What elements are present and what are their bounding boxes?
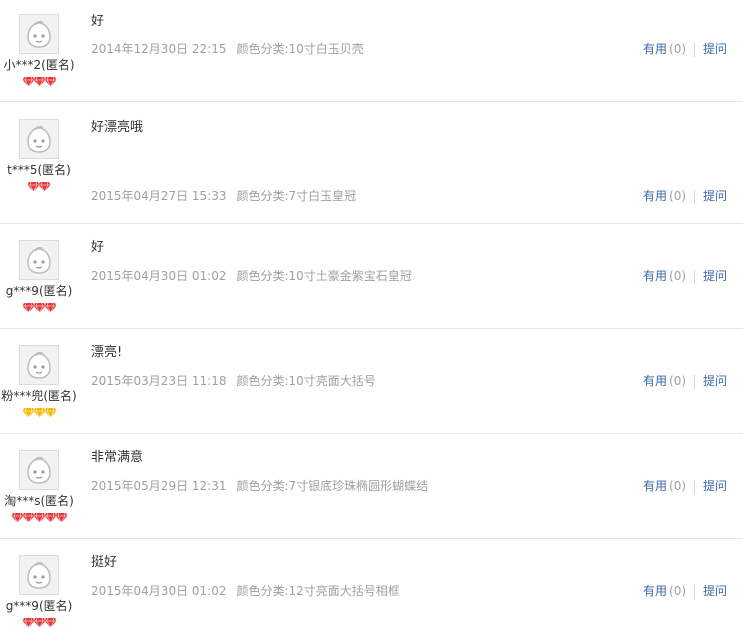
review-meta: 2015年04月30日 01:02 颜色分类:10寸土豪金紫宝石皇冠: [91, 267, 412, 284]
ask-button[interactable]: 提问: [703, 374, 727, 388]
red-diamond-icon: [38, 181, 51, 193]
red-diamond-icon: [44, 76, 57, 88]
review-actions: 有用 (0) 提问: [643, 582, 727, 599]
rank-badge: [0, 512, 78, 524]
review-item: 小***2(匿名) 好 2014年12月30日 22:15 颜色分类:10寸白玉贝…: [0, 0, 743, 102]
review-actions: 有用 (0) 提问: [643, 372, 727, 389]
review-content: 好漂亮哦: [91, 120, 144, 135]
ask-button[interactable]: 提问: [703, 269, 727, 283]
review-sku: 颜色分类:7寸银底珍珠椭圆形蝴蝶结: [236, 479, 429, 493]
divider: [694, 42, 696, 57]
review-actions: 有用 (0) 提问: [643, 40, 727, 57]
default-avatar-icon[interactable]: [19, 450, 59, 490]
red-diamond-icon: [44, 302, 57, 314]
review-actions: 有用 (0) 提问: [643, 477, 727, 494]
useful-button[interactable]: 有用: [643, 584, 667, 598]
review-meta: 2015年05月29日 12:31 颜色分类:7寸银底珍珠椭圆形蝴蝶结: [91, 477, 428, 494]
rank-badge: [0, 76, 78, 88]
ask-button[interactable]: 提问: [703, 189, 727, 203]
review-date: 2015年03月23日 11:18: [91, 374, 227, 388]
review-date: 2014年12月30日 22:15: [91, 42, 227, 56]
divider: [694, 584, 696, 599]
review-date: 2015年04月27日 15:33: [91, 189, 227, 203]
review-item: 淘***s(匿名) 非常满意 2015年05月29日 12:31 颜色分类:7寸银…: [0, 434, 743, 539]
useful-count: (0): [669, 584, 687, 598]
ask-button[interactable]: 提问: [703, 479, 727, 493]
review-content: 好: [91, 14, 105, 29]
useful-count: (0): [669, 189, 687, 203]
rank-badge: [0, 302, 78, 314]
reviewer-name: g***9(匿名): [5, 284, 73, 298]
ask-button[interactable]: 提问: [703, 584, 727, 598]
review-item: t***5(匿名) 好漂亮哦 2015年04月27日 15:33 颜色分类:7寸白…: [0, 102, 743, 224]
useful-count: (0): [669, 479, 687, 493]
reviewer: g***9(匿名): [0, 240, 78, 314]
review-sku: 颜色分类:7寸白玉皇冠: [236, 189, 357, 203]
reviewer: t***5(匿名): [0, 119, 78, 193]
divider: [694, 189, 696, 204]
review-sku: 颜色分类:10寸土豪金紫宝石皇冠: [236, 269, 412, 283]
review-meta: 2014年12月30日 22:15 颜色分类:10寸白玉贝壳: [91, 40, 364, 57]
useful-button[interactable]: 有用: [643, 479, 667, 493]
review-sku: 颜色分类:12寸亮面大括号相框: [236, 584, 400, 598]
rank-badge: [0, 407, 78, 419]
default-avatar-icon[interactable]: [19, 14, 59, 54]
review-item: g***9(匿名) 好 2015年04月30日 01:02 颜色分类:10寸土豪金…: [0, 224, 743, 329]
reviewer-name: g***9(匿名): [5, 599, 73, 613]
red-diamond-icon: [55, 512, 68, 524]
default-avatar-icon[interactable]: [19, 345, 59, 385]
reviewer-name: t***5(匿名): [7, 163, 71, 177]
useful-count: (0): [669, 42, 687, 56]
review-content: 好: [91, 240, 105, 255]
divider: [694, 269, 696, 284]
default-avatar-icon[interactable]: [19, 119, 59, 159]
review-meta: 2015年04月30日 01:02 颜色分类:12寸亮面大括号相框: [91, 582, 400, 599]
review-meta: 2015年04月27日 15:33 颜色分类:7寸白玉皇冠: [91, 187, 356, 204]
review-sku: 颜色分类:10寸白玉贝壳: [236, 42, 364, 56]
reviewer-name: 粉***兜(匿名): [1, 389, 77, 403]
review-content: 漂亮!: [91, 345, 123, 360]
divider: [694, 479, 696, 494]
reviewer: 淘***s(匿名): [0, 450, 78, 524]
review-actions: 有用 (0) 提问: [643, 187, 727, 204]
useful-button[interactable]: 有用: [643, 374, 667, 388]
rank-badge: [0, 181, 78, 193]
review-actions: 有用 (0) 提问: [643, 267, 727, 284]
useful-count: (0): [669, 269, 687, 283]
red-diamond-icon: [44, 617, 57, 629]
useful-button[interactable]: 有用: [643, 269, 667, 283]
useful-button[interactable]: 有用: [643, 42, 667, 56]
review-meta: 2015年03月23日 11:18 颜色分类:10寸亮面大括号: [91, 372, 376, 389]
divider: [694, 374, 696, 389]
review-item: 粉***兜(匿名) 漂亮! 2015年03月23日 11:18 颜色分类:10寸亮…: [0, 329, 743, 434]
review-date: 2015年04月30日 01:02: [91, 269, 227, 283]
reviewer-name: 淘***s(匿名): [4, 494, 74, 508]
default-avatar-icon[interactable]: [19, 555, 59, 595]
review-date: 2015年05月29日 12:31: [91, 479, 227, 493]
useful-button[interactable]: 有用: [643, 189, 667, 203]
rank-badge: [0, 617, 78, 629]
review-sku: 颜色分类:10寸亮面大括号: [236, 374, 376, 388]
ask-button[interactable]: 提问: [703, 42, 727, 56]
review-item: g***9(匿名) 挺好 2015年04月30日 01:02 颜色分类:12寸亮面…: [0, 539, 743, 634]
reviewer: 粉***兜(匿名): [0, 345, 78, 419]
reviewer-name: 小***2(匿名): [3, 58, 75, 72]
review-content: 非常满意: [91, 450, 144, 465]
review-content: 挺好: [91, 555, 118, 570]
yellow-diamond-icon: [44, 407, 57, 419]
default-avatar-icon[interactable]: [19, 240, 59, 280]
reviewer: g***9(匿名): [0, 555, 78, 629]
reviewer: 小***2(匿名): [0, 14, 78, 88]
useful-count: (0): [669, 374, 687, 388]
review-date: 2015年04月30日 01:02: [91, 584, 227, 598]
